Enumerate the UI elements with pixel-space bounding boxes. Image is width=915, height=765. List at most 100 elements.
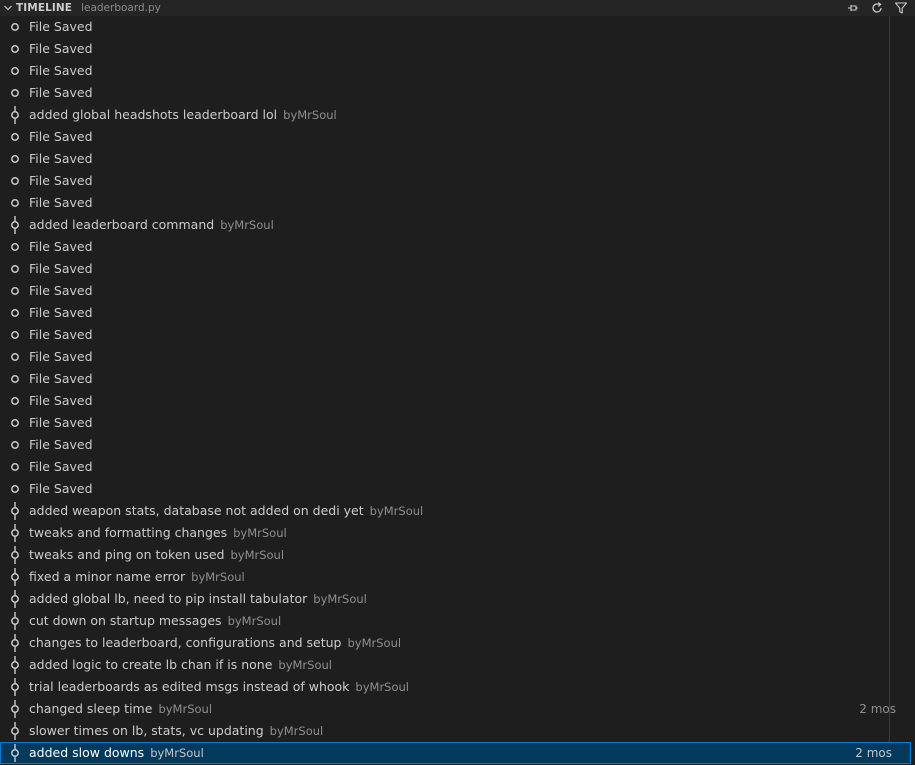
timeline-item[interactable]: File Saved <box>0 38 915 60</box>
item-message: changes to leaderboard, configurations a… <box>29 635 342 650</box>
circle-icon <box>8 60 22 82</box>
item-message: trial leaderboards as edited msgs instea… <box>29 679 350 694</box>
item-author: byMrSoul <box>369 504 424 518</box>
item-message: File Saved <box>29 305 93 320</box>
item-author: byMrSoul <box>227 614 282 628</box>
item-label: added logic to create lb chan if is none… <box>29 654 332 676</box>
item-label: added weapon stats, database not added o… <box>29 500 423 522</box>
item-message: added weapon stats, database not added o… <box>29 503 364 518</box>
git-commit-icon <box>8 654 22 676</box>
item-author: byMrSoul <box>191 570 245 584</box>
item-message: added leaderboard command <box>29 217 215 232</box>
item-message: File Saved <box>29 371 93 386</box>
item-author: byMrSoul <box>220 218 274 232</box>
timeline-item[interactable]: tweaks and formatting changes byMrSoul <box>0 522 915 544</box>
timeline-item[interactable]: added global lb, need to pip install tab… <box>0 588 915 610</box>
item-message: added global lb, need to pip install tab… <box>29 591 308 606</box>
pin-icon[interactable] <box>844 0 861 16</box>
timeline-item[interactable]: File Saved <box>0 412 915 434</box>
file-name: leaderboard.py <box>81 2 161 14</box>
timeline-item[interactable]: File Saved <box>0 126 915 148</box>
timeline-list: File Saved File Saved File Saved File Sa… <box>0 16 915 765</box>
filter-icon[interactable] <box>892 0 909 16</box>
timeline-item[interactable]: added global headshots leaderboard lol by… <box>0 104 915 126</box>
item-message: added global headshots leaderboard lol <box>29 107 278 122</box>
timeline-item[interactable]: added logic to create lb chan if is none… <box>0 654 915 676</box>
timeline-item[interactable]: File Saved <box>0 280 915 302</box>
timeline-item[interactable]: added leaderboard command byMrSoul <box>0 214 915 236</box>
item-message: File Saved <box>29 393 93 408</box>
item-message: File Saved <box>29 481 93 496</box>
timeline-item[interactable]: File Saved <box>0 82 915 104</box>
circle-icon <box>8 38 22 60</box>
timeline-item[interactable]: File Saved <box>0 390 915 412</box>
circle-icon <box>8 368 22 390</box>
item-label: File Saved <box>29 60 99 82</box>
git-commit-icon <box>8 610 22 632</box>
item-label: File Saved <box>29 478 99 500</box>
timeline-item[interactable]: File Saved <box>0 148 915 170</box>
item-label: tweaks and formatting changes byMrSoul <box>29 522 287 544</box>
item-message: File Saved <box>29 349 93 364</box>
timeline-item[interactable]: cut down on startup messages byMrSoul <box>0 610 915 632</box>
timeline-item[interactable]: File Saved <box>0 60 915 82</box>
item-message: changed sleep time <box>29 701 153 716</box>
timeline-item[interactable]: changed sleep time byMrSoul 2 mos <box>0 698 915 720</box>
timeline-item[interactable]: fixed a minor name error byMrSoul <box>0 566 915 588</box>
item-label: File Saved <box>29 170 99 192</box>
circle-icon <box>8 324 22 346</box>
item-message: File Saved <box>29 41 93 56</box>
circle-icon <box>8 302 22 324</box>
item-label: added global headshots leaderboard lol by… <box>29 104 337 126</box>
timeline-item[interactable]: trial leaderboards as edited msgs instea… <box>0 676 915 698</box>
circle-icon <box>8 16 22 38</box>
git-commit-icon <box>8 500 22 522</box>
item-message: added logic to create lb chan if is none <box>29 657 273 672</box>
git-commit-icon <box>8 720 22 742</box>
item-message: File Saved <box>29 63 93 78</box>
timeline-item[interactable]: slower times on lb, stats, vc updating by… <box>0 720 915 742</box>
circle-icon <box>8 434 22 456</box>
circle-icon <box>8 258 22 280</box>
item-label: File Saved <box>29 302 99 324</box>
item-author: byMrSoul <box>283 108 337 122</box>
timeline-item[interactable]: File Saved <box>0 456 915 478</box>
item-author: byMrSoul <box>313 592 367 606</box>
timeline-item[interactable]: File Saved <box>0 16 915 38</box>
timeline-item[interactable]: File Saved <box>0 324 915 346</box>
timeline-item[interactable]: File Saved <box>0 258 915 280</box>
timeline-item[interactable]: changes to leaderboard, configurations a… <box>0 632 915 654</box>
item-message: File Saved <box>29 459 93 474</box>
timeline-item[interactable]: File Saved <box>0 192 915 214</box>
circle-icon <box>8 390 22 412</box>
git-commit-icon <box>8 676 22 698</box>
item-label: tweaks and ping on token used byMrSoul <box>29 544 284 566</box>
item-label: File Saved <box>29 456 99 478</box>
timeline-item[interactable]: File Saved <box>0 368 915 390</box>
timeline-item[interactable]: File Saved <box>0 434 915 456</box>
timeline-item[interactable]: File Saved <box>0 346 915 368</box>
timeline-item[interactable]: added slow downs byMrSoul 2 mos <box>0 742 911 764</box>
timeline-item[interactable]: File Saved <box>0 302 915 324</box>
circle-icon <box>8 412 22 434</box>
item-author: byMrSoul <box>269 724 324 738</box>
timeline-item[interactable]: File Saved <box>0 170 915 192</box>
item-message: tweaks and formatting changes <box>29 525 228 540</box>
item-message: File Saved <box>29 283 93 298</box>
timeline-header[interactable]: TIMELINE leaderboard.py <box>0 0 915 16</box>
timeline-item[interactable]: File Saved <box>0 478 915 500</box>
circle-icon <box>8 478 22 500</box>
timeline-item[interactable]: File Saved <box>0 236 915 258</box>
timeline-item[interactable]: tweaks and ping on token used byMrSoul <box>0 544 915 566</box>
timeline-item[interactable]: added weapon stats, database not added o… <box>0 500 915 522</box>
item-label: File Saved <box>29 280 99 302</box>
item-label: added global lb, need to pip install tab… <box>29 588 367 610</box>
chevron-down-icon[interactable] <box>1 3 15 13</box>
item-author: byMrSoul <box>355 680 409 694</box>
item-message: File Saved <box>29 239 93 254</box>
item-label: added slow downs byMrSoul <box>29 742 204 764</box>
git-commit-icon <box>8 632 22 654</box>
item-label: File Saved <box>29 434 99 456</box>
item-message: fixed a minor name error <box>29 569 186 584</box>
refresh-icon[interactable] <box>868 0 885 16</box>
